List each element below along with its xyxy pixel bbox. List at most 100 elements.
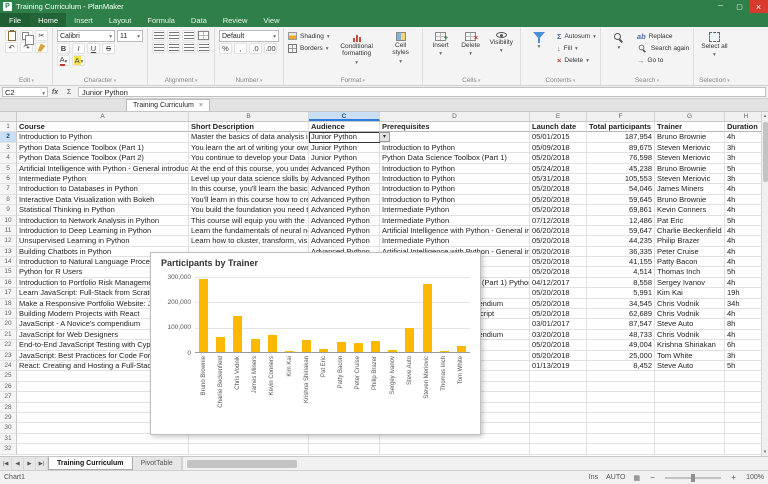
cell-E3[interactable]: 05/09/2018 bbox=[530, 143, 587, 153]
cell-C4[interactable]: Junior Python bbox=[309, 153, 380, 163]
cell-C8[interactable]: Advanced Python bbox=[309, 195, 380, 205]
sheet-nav-next-button[interactable] bbox=[24, 457, 36, 470]
menu-file[interactable]: File bbox=[0, 13, 30, 27]
cell-F18[interactable]: 34,545 bbox=[587, 299, 655, 309]
cell-A11[interactable]: Introduction to Deep Learning in Python bbox=[17, 226, 189, 236]
row-header-22[interactable]: 22 bbox=[0, 340, 17, 350]
cell-G6[interactable]: Steven Meriovic bbox=[655, 174, 725, 184]
cell-E15[interactable]: 05/20/2018 bbox=[530, 267, 587, 277]
cell-F13[interactable]: 36,335 bbox=[587, 247, 655, 257]
borders-button[interactable]: Borders bbox=[288, 42, 330, 54]
cell-A10[interactable]: Introduction to Network Analysis in Pyth… bbox=[17, 216, 189, 226]
formula-input[interactable]: Junior Python bbox=[78, 87, 766, 97]
cell-E11[interactable]: 06/20/2018 bbox=[530, 226, 587, 236]
row-header-2[interactable]: 2 bbox=[0, 132, 17, 142]
cell-E7[interactable]: 05/20/2018 bbox=[530, 184, 587, 194]
search-button[interactable] bbox=[605, 30, 633, 51]
cell-G29[interactable] bbox=[655, 413, 725, 423]
horizontal-scrollbar[interactable] bbox=[182, 457, 768, 470]
cell-D6[interactable]: Introduction to Python bbox=[380, 174, 530, 184]
cell-E6[interactable]: 05/31/2018 bbox=[530, 174, 587, 184]
row-header-15[interactable]: 15 bbox=[0, 267, 17, 277]
italic-button[interactable]: I bbox=[72, 43, 85, 54]
cell-E31[interactable] bbox=[530, 434, 587, 444]
cell-F25[interactable] bbox=[587, 371, 655, 381]
cell-C5[interactable]: Advanced Python bbox=[309, 164, 380, 174]
cell-D2[interactable] bbox=[380, 132, 530, 142]
scroll-up-icon[interactable]: ▲ bbox=[763, 112, 767, 120]
undo-button[interactable]: ↶ bbox=[5, 42, 18, 53]
highlight-button[interactable]: A bbox=[72, 55, 85, 66]
font-name-select[interactable]: Calibri bbox=[57, 30, 115, 42]
group-label-selection[interactable]: Selection bbox=[698, 76, 730, 85]
cell-G3[interactable]: Steven Meriovic bbox=[655, 143, 725, 153]
cell-G1[interactable]: Trainer bbox=[655, 122, 725, 132]
cell-C2[interactable]: Junior Python bbox=[309, 132, 380, 142]
cell-G21[interactable]: Chris Vodnik bbox=[655, 330, 725, 340]
cell-B2[interactable]: Master the basics of data analysis in bbox=[189, 132, 309, 142]
group-label-search[interactable]: Search bbox=[605, 76, 689, 85]
cell-B12[interactable]: Learn how to cluster, transform, vis bbox=[189, 236, 309, 246]
cell-B3[interactable]: You learn the art of writing your own bbox=[189, 143, 309, 153]
row-header-24[interactable]: 24 bbox=[0, 361, 17, 371]
menu-tab-home[interactable]: Home bbox=[30, 13, 66, 27]
cell-G28[interactable] bbox=[655, 403, 725, 413]
cell-A1[interactable]: Course bbox=[17, 122, 189, 132]
cell-A32[interactable] bbox=[17, 444, 189, 454]
maximize-button[interactable] bbox=[730, 0, 749, 13]
cell-E24[interactable]: 01/13/2019 bbox=[530, 361, 587, 371]
row-header-4[interactable]: 4 bbox=[0, 153, 17, 163]
cell-B8[interactable]: You'll learn in this course how to cre bbox=[189, 195, 309, 205]
select-all-corner[interactable] bbox=[0, 112, 17, 121]
row-header-14[interactable]: 14 bbox=[0, 257, 17, 267]
cell-E5[interactable]: 05/24/2018 bbox=[530, 164, 587, 174]
sheet-nav-first-button[interactable] bbox=[0, 457, 12, 470]
cell-C32[interactable] bbox=[309, 444, 380, 454]
cell-A5[interactable]: Artificial Intelligence with Python - Ge… bbox=[17, 164, 189, 174]
row-header-32[interactable]: 32 bbox=[0, 444, 17, 454]
sort-filter-button[interactable] bbox=[525, 30, 553, 50]
cell-E28[interactable] bbox=[530, 403, 587, 413]
bold-button[interactable]: B bbox=[57, 43, 70, 54]
formula-autosum-button[interactable]: Σ bbox=[62, 86, 76, 98]
row-header-29[interactable]: 29 bbox=[0, 413, 17, 423]
cell-D12[interactable]: Intermediate Python bbox=[380, 236, 530, 246]
cell-G24[interactable]: Steve Auto bbox=[655, 361, 725, 371]
row-header-20[interactable]: 20 bbox=[0, 319, 17, 329]
cell-E20[interactable]: 03/01/2017 bbox=[530, 319, 587, 329]
align-center-button[interactable] bbox=[167, 30, 180, 41]
sheet-nav-last-button[interactable] bbox=[36, 457, 48, 470]
cell-A7[interactable]: Introduction to Databases in Python bbox=[17, 184, 189, 194]
cell-A12[interactable]: Unsupervised Learning in Python bbox=[17, 236, 189, 246]
cell-C9[interactable]: Advanced Python bbox=[309, 205, 380, 215]
cell-G8[interactable]: Bruno Brownie bbox=[655, 195, 725, 205]
column-header-G[interactable]: G bbox=[655, 112, 725, 121]
cell-E2[interactable]: 05/01/2015 bbox=[530, 132, 587, 142]
cell-D9[interactable]: Intermediate Python bbox=[380, 205, 530, 215]
cell-B9[interactable]: You build the foundation you need t bbox=[189, 205, 309, 215]
row-header-1[interactable]: 1 bbox=[0, 122, 17, 132]
cell-G18[interactable]: Chris Vodnik bbox=[655, 299, 725, 309]
cell-E30[interactable] bbox=[530, 423, 587, 433]
cell-E13[interactable]: 05/20/2018 bbox=[530, 247, 587, 257]
cell-E32[interactable] bbox=[530, 444, 587, 454]
cell-G4[interactable]: Steven Meriovic bbox=[655, 153, 725, 163]
cell-B32[interactable] bbox=[189, 444, 309, 454]
align-middle-button[interactable] bbox=[167, 42, 180, 53]
cell-G20[interactable]: Steve Auto bbox=[655, 319, 725, 329]
sheet-tab-pivottable[interactable]: PivotTable bbox=[133, 457, 182, 470]
cell-F7[interactable]: 54,046 bbox=[587, 184, 655, 194]
cell-F10[interactable]: 12,486 bbox=[587, 216, 655, 226]
cut-button[interactable]: ✂ bbox=[35, 30, 48, 41]
visibility-button[interactable]: Visibility bbox=[487, 30, 516, 58]
cell-A31[interactable] bbox=[17, 434, 189, 444]
cell-E23[interactable]: 05/20/2018 bbox=[530, 351, 587, 361]
cell-E18[interactable]: 05/20/2018 bbox=[530, 299, 587, 309]
cell-F23[interactable]: 25,000 bbox=[587, 351, 655, 361]
cell-G27[interactable] bbox=[655, 392, 725, 402]
align-right-button[interactable] bbox=[182, 30, 195, 41]
cell-F17[interactable]: 5,991 bbox=[587, 288, 655, 298]
merge-cells-button[interactable] bbox=[197, 30, 210, 41]
cell-G12[interactable]: Philip Brazer bbox=[655, 236, 725, 246]
scroll-down-icon[interactable]: ▼ bbox=[763, 448, 767, 456]
